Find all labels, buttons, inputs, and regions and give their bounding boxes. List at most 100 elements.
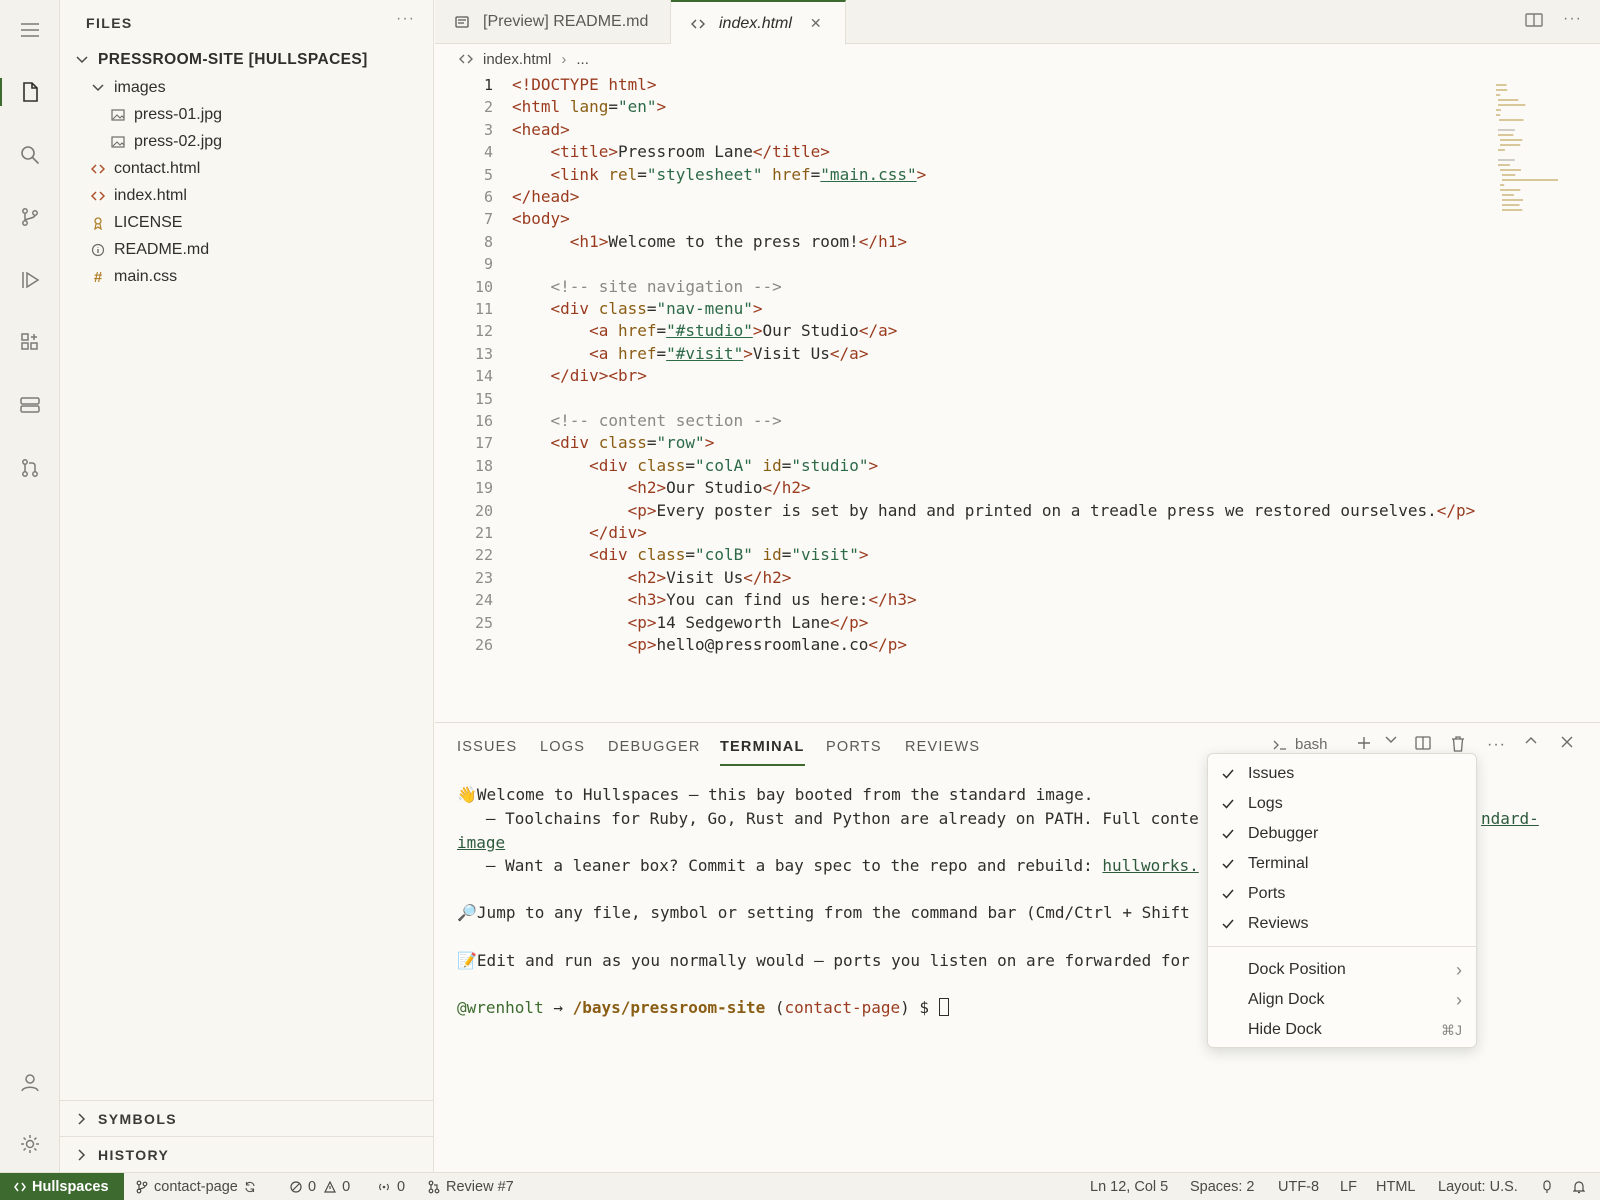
code-line[interactable]: 25 <p>14 Sedgeworth Lane</p>	[435, 612, 1435, 634]
close-tab-icon[interactable]: ✕	[810, 15, 822, 32]
code-line[interactable]: 9	[435, 253, 1435, 275]
tab-index-html[interactable]: index.html ✕	[671, 0, 846, 45]
maximize-panel-icon[interactable]	[1525, 736, 1537, 744]
language-mode[interactable]: HTML	[1376, 1173, 1415, 1200]
source-control-icon[interactable]	[0, 195, 60, 239]
search-icon[interactable]	[0, 133, 60, 177]
code-line[interactable]: 4 <title>Pressroom Lane</title>	[435, 141, 1435, 163]
line-number: 14	[474, 367, 493, 386]
code-line[interactable]: 2 <html lang="en">	[435, 96, 1435, 118]
remote-explorer-icon[interactable]	[0, 383, 60, 427]
code-line[interactable]: 23 <h2>Visit Us</h2>	[435, 567, 1435, 589]
terminal-link[interactable]: ndard-	[1481, 809, 1539, 828]
code-line[interactable]: 6 </head>	[435, 186, 1435, 208]
tree-folder-images[interactable]: images	[60, 75, 433, 101]
problems-indicator[interactable]: 0 0	[290, 1173, 350, 1200]
code-line[interactable]: 1 <!DOCTYPE html>	[435, 74, 1435, 96]
tab-readme-preview[interactable]: [Preview] README.md	[435, 0, 671, 44]
code-line[interactable]: 12 <a href="#studio">Our Studio</a>	[435, 320, 1435, 342]
branch-indicator[interactable]: contact-page	[136, 1173, 262, 1200]
terminal-link[interactable]: hullworks.	[1102, 856, 1198, 875]
tree-file-index-html[interactable]: index.html	[60, 183, 433, 209]
code-line[interactable]: 13 <a href="#visit">Visit Us</a>	[435, 343, 1435, 365]
code-line[interactable]: 7 <body>	[435, 208, 1435, 230]
bell-icon[interactable]	[1573, 1173, 1585, 1200]
tree-file-readme[interactable]: README.md	[60, 237, 433, 263]
symbols-section-header[interactable]: SYMBOLS	[60, 1100, 433, 1136]
menu-item-ports[interactable]: Ports	[1208, 880, 1476, 908]
code-line[interactable]: 14 </div><br>	[435, 365, 1435, 387]
review-indicator[interactable]: Review #7	[428, 1173, 514, 1200]
code-line[interactable]: 16 <!-- content section -->	[435, 410, 1435, 432]
encoding[interactable]: UTF-8	[1278, 1173, 1319, 1200]
code-line[interactable]: 19 <h2>Our Studio</h2>	[435, 477, 1435, 499]
tab-ports[interactable]: PORTS	[826, 739, 882, 755]
tree-file-license[interactable]: LICENSE	[60, 210, 433, 236]
tab-debugger[interactable]: DEBUGGER	[608, 739, 701, 755]
code-line[interactable]: 24 <h3>You can find us here:</h3>	[435, 589, 1435, 611]
close-panel-icon[interactable]	[1561, 736, 1573, 748]
more-actions-icon[interactable]: ···	[396, 10, 415, 28]
code-line[interactable]: 22 <div class="colB" id="visit">	[435, 544, 1435, 566]
terminal-prompt[interactable]: @wrenholt → /bays/pressroom-site (contac…	[457, 998, 949, 1017]
remote-indicator[interactable]: Hullspaces	[0, 1173, 124, 1200]
menu-item-hide-dock[interactable]: Hide Dock ⌘J	[1208, 1016, 1476, 1044]
tree-file-contact-html[interactable]: contact.html	[60, 156, 433, 182]
code-line[interactable]: 15	[435, 388, 1435, 410]
code-line[interactable]: 5 <link rel="stylesheet" href="main.css"…	[435, 164, 1435, 186]
menu-icon[interactable]	[0, 8, 60, 52]
menu-item-reviews[interactable]: Reviews	[1208, 910, 1476, 938]
tab-issues[interactable]: ISSUES	[457, 739, 517, 755]
trash-icon[interactable]	[1451, 736, 1465, 752]
terminal-shell-selector[interactable]: bash	[1273, 736, 1328, 753]
menu-item-logs[interactable]: Logs	[1208, 790, 1476, 818]
breadcrumb-rest[interactable]: ...	[576, 51, 589, 68]
tree-file-press-01[interactable]: press-01.jpg	[60, 102, 433, 128]
code-line[interactable]: 17 <div class="row">	[435, 432, 1435, 454]
account-icon[interactable]	[0, 1060, 60, 1104]
line-endings[interactable]: LF	[1340, 1173, 1357, 1200]
menu-item-dock-position[interactable]: Dock Position ›	[1208, 956, 1476, 984]
code-line[interactable]: 26 <p>hello@pressroomlane.co</p>	[435, 634, 1435, 656]
breadcrumb-file[interactable]: index.html	[483, 51, 551, 68]
explorer-icon[interactable]	[0, 70, 60, 114]
code-icon	[459, 54, 473, 64]
minimap[interactable]	[1494, 82, 1558, 222]
workspace-root[interactable]: PRESSROOM-SITE [HULLSPACES]	[60, 47, 433, 73]
chevron-down-icon[interactable]	[1385, 736, 1397, 744]
tab-reviews[interactable]: REVIEWS	[905, 739, 980, 755]
code-line[interactable]: 20 <p>Every poster is set by hand and pr…	[435, 500, 1475, 522]
menu-item-debugger[interactable]: Debugger	[1208, 820, 1476, 848]
pull-requests-icon[interactable]	[0, 446, 60, 490]
line-number: 2	[483, 98, 493, 117]
more-actions-icon[interactable]: ···	[1563, 10, 1582, 28]
code-line[interactable]: 3 <head>	[435, 119, 1435, 141]
tree-file-press-02[interactable]: press-02.jpg	[60, 129, 433, 155]
history-section-header[interactable]: HISTORY	[60, 1136, 433, 1172]
split-terminal-icon[interactable]	[1415, 736, 1431, 750]
new-terminal-icon[interactable]	[1357, 736, 1371, 750]
run-debug-icon[interactable]	[0, 258, 60, 302]
menu-item-terminal[interactable]: Terminal	[1208, 850, 1476, 878]
copilot-icon[interactable]	[1542, 1173, 1552, 1200]
indentation[interactable]: Spaces: 2	[1190, 1173, 1255, 1200]
ports-indicator[interactable]: 0	[377, 1173, 405, 1200]
menu-item-align-dock[interactable]: Align Dock ›	[1208, 986, 1476, 1014]
keyboard-layout[interactable]: Layout: U.S.	[1438, 1173, 1518, 1200]
split-editor-icon[interactable]	[1525, 12, 1543, 28]
cursor-position[interactable]: Ln 12, Col 5	[1090, 1173, 1168, 1200]
code-line[interactable]: 11 <div class="nav-menu">	[435, 298, 1435, 320]
tree-file-main-css[interactable]: # main.css	[60, 264, 433, 290]
code-line[interactable]: 10 <!-- site navigation -->	[435, 276, 1435, 298]
code-line[interactable]: 8 <h1>Welcome to the press room!</h1>	[435, 231, 1435, 253]
tab-terminal[interactable]: TERMINAL	[720, 739, 805, 766]
terminal-link[interactable]: image	[457, 833, 505, 852]
tab-logs[interactable]: LOGS	[540, 739, 585, 755]
code-editor[interactable]: 1 <!DOCTYPE html> 2 <html lang="en"> 3 <head>…	[435, 74, 1600, 720]
more-actions-icon[interactable]: ···	[1487, 736, 1506, 754]
menu-item-issues[interactable]: Issues	[1208, 760, 1476, 788]
extensions-icon[interactable]	[0, 320, 60, 364]
settings-gear-icon[interactable]	[0, 1122, 60, 1166]
code-line[interactable]: 21 </div>	[435, 522, 1435, 544]
code-line[interactable]: 18 <div class="colA" id="studio">	[435, 455, 1435, 477]
